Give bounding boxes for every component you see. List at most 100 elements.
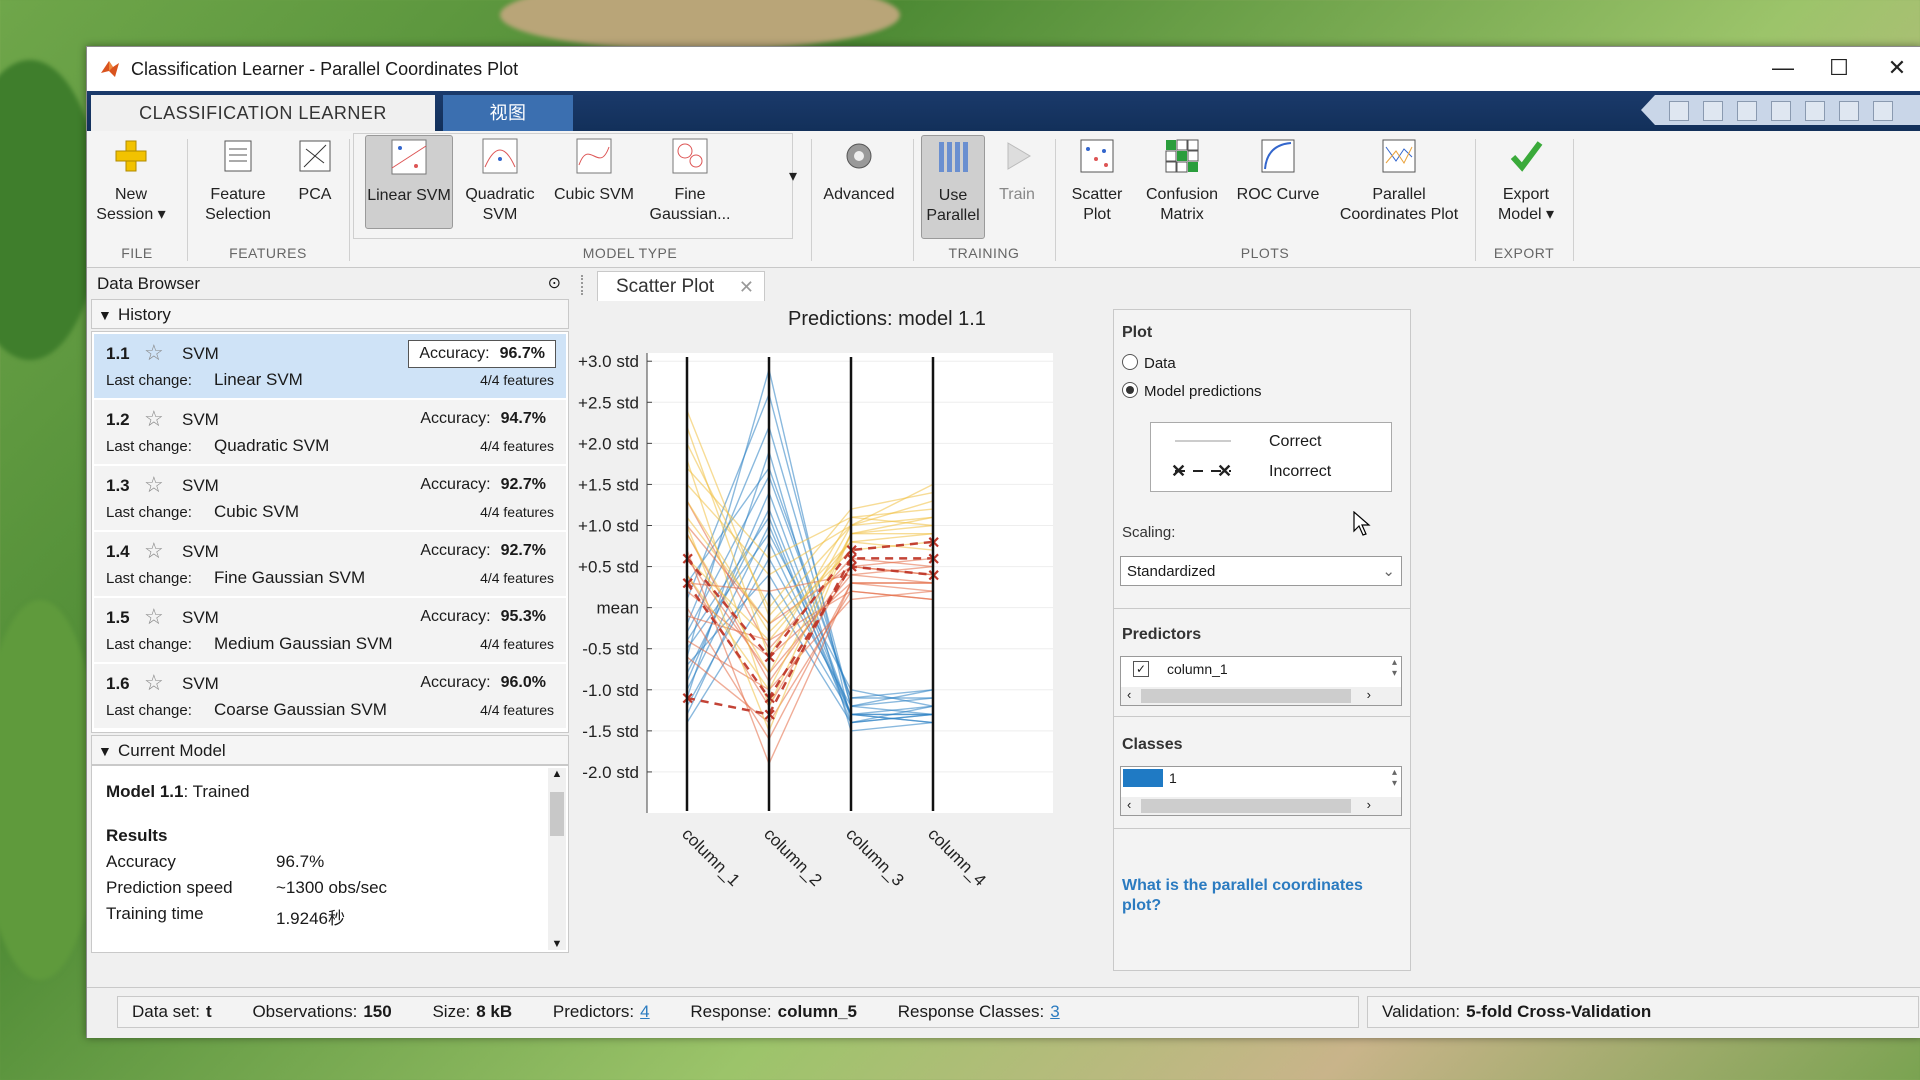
current-model-scrollbar[interactable]: ▲ ▼: [548, 768, 566, 950]
scroll-up-arrow-icon[interactable]: ▲: [548, 768, 566, 780]
export-model-button[interactable]: Export Model ▾: [1481, 135, 1571, 225]
panel-menu-icon[interactable]: ⊙: [548, 269, 561, 299]
radio-data[interactable]: Data: [1122, 354, 1176, 372]
plot-options-panel: Plot Data Model predictions ✕ ✕ Correct …: [1113, 309, 1411, 971]
dropdown-arrow-icon[interactable]: ▾: [1546, 206, 1554, 223]
class-color-swatch[interactable]: [1123, 769, 1163, 787]
axis-label-2: column_2: [760, 824, 826, 890]
close-window-button[interactable]: ✕: [1877, 53, 1917, 83]
star-icon[interactable]: ☆: [144, 670, 164, 696]
cut-icon[interactable]: [1703, 101, 1723, 121]
predictors-hscrollbar[interactable]: ‹ ›: [1121, 687, 1401, 705]
model-type: SVM: [182, 608, 219, 627]
parallel-coordinates-label-1: Parallel: [1372, 186, 1426, 203]
scroll-right-icon[interactable]: ›: [1367, 797, 1371, 812]
parallel-coordinates-button[interactable]: Parallel Coordinates Plot: [1331, 135, 1467, 225]
scatter-plot-label-2: Plot: [1083, 206, 1111, 223]
history-item-1-4[interactable]: 1.4 ☆ SVM Accuracy: 92.7% Last change: Fine Ga…: [94, 532, 566, 598]
chevron-down-icon[interactable]: ⌄: [1382, 557, 1395, 587]
quick-access-toolbar: [1641, 95, 1920, 125]
history-item-1-6[interactable]: 1.6 ☆ SVM Accuracy: 96.0% Last change: Coarse …: [94, 664, 566, 730]
history-section-header[interactable]: ▼ History: [91, 299, 569, 329]
predictors-count-link[interactable]: 4: [640, 1002, 649, 1021]
model-type: SVM: [182, 674, 219, 693]
tab-scatter-plot-label: Scatter Plot: [616, 276, 715, 297]
hscroll-thumb[interactable]: [1141, 799, 1351, 813]
window-layout-icon[interactable]: [1873, 101, 1893, 121]
copy-icon[interactable]: [1737, 101, 1757, 121]
axis-label-1: column_1: [678, 824, 744, 890]
star-icon[interactable]: ☆: [144, 604, 164, 630]
y-tick-label: -1.0 std: [582, 681, 639, 700]
history-label: History: [118, 305, 171, 324]
scaling-select[interactable]: Standardized ⌄: [1120, 556, 1402, 586]
star-icon[interactable]: ☆: [144, 340, 164, 366]
model-number: 1.4: [106, 542, 130, 561]
scroll-left-icon[interactable]: ‹: [1127, 797, 1131, 812]
star-icon[interactable]: ☆: [144, 406, 164, 432]
ribbon-toolstrip: New Session ▾ Feature Selection PCA Line…: [87, 131, 1920, 268]
history-item-1-2[interactable]: 1.2 ☆ SVM Accuracy: 94.7% Last change: Quadrat…: [94, 400, 566, 466]
minimize-button[interactable]: —: [1763, 53, 1803, 83]
parallel-coordinates-label-2: Coordinates Plot: [1339, 206, 1459, 223]
scatter-plot-button[interactable]: Scatter Plot: [1061, 135, 1133, 225]
radio-circle-selected-icon[interactable]: [1122, 382, 1138, 398]
tab-view[interactable]: 视图: [443, 95, 573, 131]
advanced-button[interactable]: Advanced: [817, 135, 901, 205]
response-label: Response:: [690, 1002, 772, 1021]
close-tab-icon[interactable]: ✕: [739, 272, 754, 302]
history-item-1-5[interactable]: 1.5 ☆ SVM Accuracy: 95.3% Last change: Medium …: [94, 598, 566, 664]
tab-classification-learner[interactable]: CLASSIFICATION LEARNER: [91, 95, 435, 131]
confusion-matrix-button[interactable]: Confusion Matrix: [1137, 135, 1227, 225]
scroll-left-icon[interactable]: ‹: [1127, 687, 1131, 702]
maximize-button[interactable]: ☐: [1819, 53, 1859, 83]
save-icon[interactable]: [1669, 101, 1689, 121]
radio-model-predictions[interactable]: Model predictions: [1122, 382, 1262, 400]
star-icon[interactable]: ☆: [144, 472, 164, 498]
train-button[interactable]: Train: [987, 135, 1047, 205]
linear-svm-button[interactable]: Linear SVM: [365, 135, 453, 229]
gallery-expand-icon[interactable]: ▾: [783, 167, 803, 187]
last-change-value: Cubic SVM: [214, 502, 300, 521]
classes-hscrollbar[interactable]: ‹ ›: [1121, 797, 1401, 815]
radio-circle-icon[interactable]: [1122, 354, 1138, 370]
dropdown-arrow-icon[interactable]: ▾: [158, 206, 166, 223]
list-spin-icon[interactable]: ▴ ▾: [1392, 767, 1397, 789]
fine-gaussian-label-1: Fine: [674, 186, 706, 203]
collapse-triangle-icon[interactable]: ▼: [98, 736, 112, 766]
list-spin-icon[interactable]: ▴ ▾: [1392, 657, 1397, 679]
paste-icon[interactable]: [1771, 101, 1791, 121]
collapse-triangle-icon[interactable]: ▼: [98, 300, 112, 330]
scroll-down-arrow-icon[interactable]: ▼: [548, 938, 566, 950]
tab-scatter-plot[interactable]: Scatter Plot ✕: [597, 271, 765, 301]
current-model-section-header[interactable]: ▼ Current Model: [91, 735, 569, 765]
scrollbar-thumb[interactable]: [550, 792, 564, 836]
new-session-button[interactable]: New Session ▾: [91, 135, 171, 225]
feature-selection-button[interactable]: Feature Selection: [195, 135, 281, 225]
pca-button[interactable]: PCA: [285, 135, 345, 205]
accuracy-label: Accuracy:: [420, 410, 491, 427]
cubic-svm-button[interactable]: Cubic SVM: [549, 135, 639, 205]
scroll-right-icon[interactable]: ›: [1367, 687, 1371, 702]
model-number: 1.2: [106, 410, 130, 429]
help-link[interactable]: What is the parallel coordinates plot?: [1122, 876, 1392, 916]
history-item-1-1[interactable]: 1.1 ☆ SVM Accuracy: 96.7% Last change: Linear …: [94, 334, 566, 400]
redo-icon[interactable]: [1839, 101, 1859, 121]
quadratic-svm-button[interactable]: Quadratic SVM: [457, 135, 543, 225]
app-window: Classification Learner - Parallel Coordi…: [86, 46, 1920, 1038]
dataset-label: Data set:: [132, 1002, 201, 1021]
use-parallel-button[interactable]: Use Parallel: [921, 135, 985, 239]
last-change-value: Medium Gaussian SVM: [214, 634, 393, 653]
history-item-1-3[interactable]: 1.3 ☆ SVM Accuracy: 92.7% Last change: Cubic S…: [94, 466, 566, 532]
train-label: Train: [999, 186, 1035, 203]
accuracy-badge: Accuracy: 92.7%: [410, 472, 556, 498]
observations-value: 150: [363, 1002, 392, 1021]
star-icon[interactable]: ☆: [144, 538, 164, 564]
undo-icon[interactable]: [1805, 101, 1825, 121]
hscroll-thumb[interactable]: [1141, 689, 1351, 703]
response-classes-link[interactable]: 3: [1050, 1002, 1059, 1021]
fine-gaussian-button[interactable]: Fine Gaussian...: [647, 135, 733, 225]
roc-curve-button[interactable]: ROC Curve: [1231, 135, 1325, 205]
drag-handle-icon[interactable]: [581, 275, 589, 295]
predictor-checkbox[interactable]: ✓: [1133, 661, 1149, 677]
